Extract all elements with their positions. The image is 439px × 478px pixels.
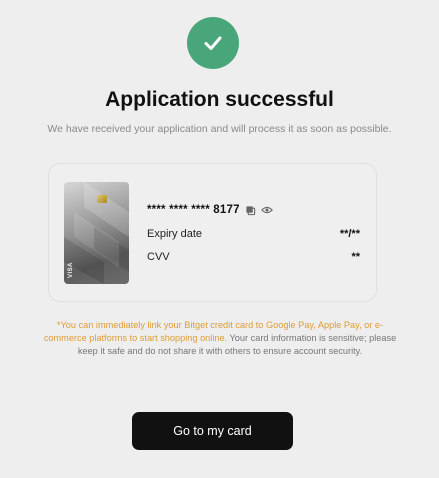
cvv-value: ** [351, 251, 360, 263]
application-success-page: Application successful We have received … [0, 0, 439, 478]
card-details-panel: VISA **** **** **** 8177 Expiry date **/… [48, 163, 377, 302]
card-chip-icon [97, 195, 107, 203]
success-check-icon [187, 17, 239, 69]
security-notice: *You can immediately link your Bitget cr… [40, 319, 400, 358]
expiry-row: Expiry date **/** [147, 228, 360, 240]
page-subtitle: We have received your application and wi… [47, 123, 392, 135]
card-number: **** **** **** 8177 [147, 204, 240, 216]
cvv-row: CVV ** [147, 251, 360, 263]
card-number-row: **** **** **** 8177 [147, 204, 273, 216]
card-brand-logo: VISA [68, 261, 74, 278]
go-to-card-button[interactable]: Go to my card [132, 412, 293, 450]
copy-icon[interactable] [245, 205, 256, 216]
card-image: VISA [64, 182, 129, 284]
expiry-label: Expiry date [147, 228, 203, 240]
cvv-label: CVV [147, 251, 170, 263]
expiry-value: **/** [339, 228, 360, 240]
eye-icon[interactable] [260, 205, 273, 215]
page-title: Application successful [105, 88, 334, 111]
